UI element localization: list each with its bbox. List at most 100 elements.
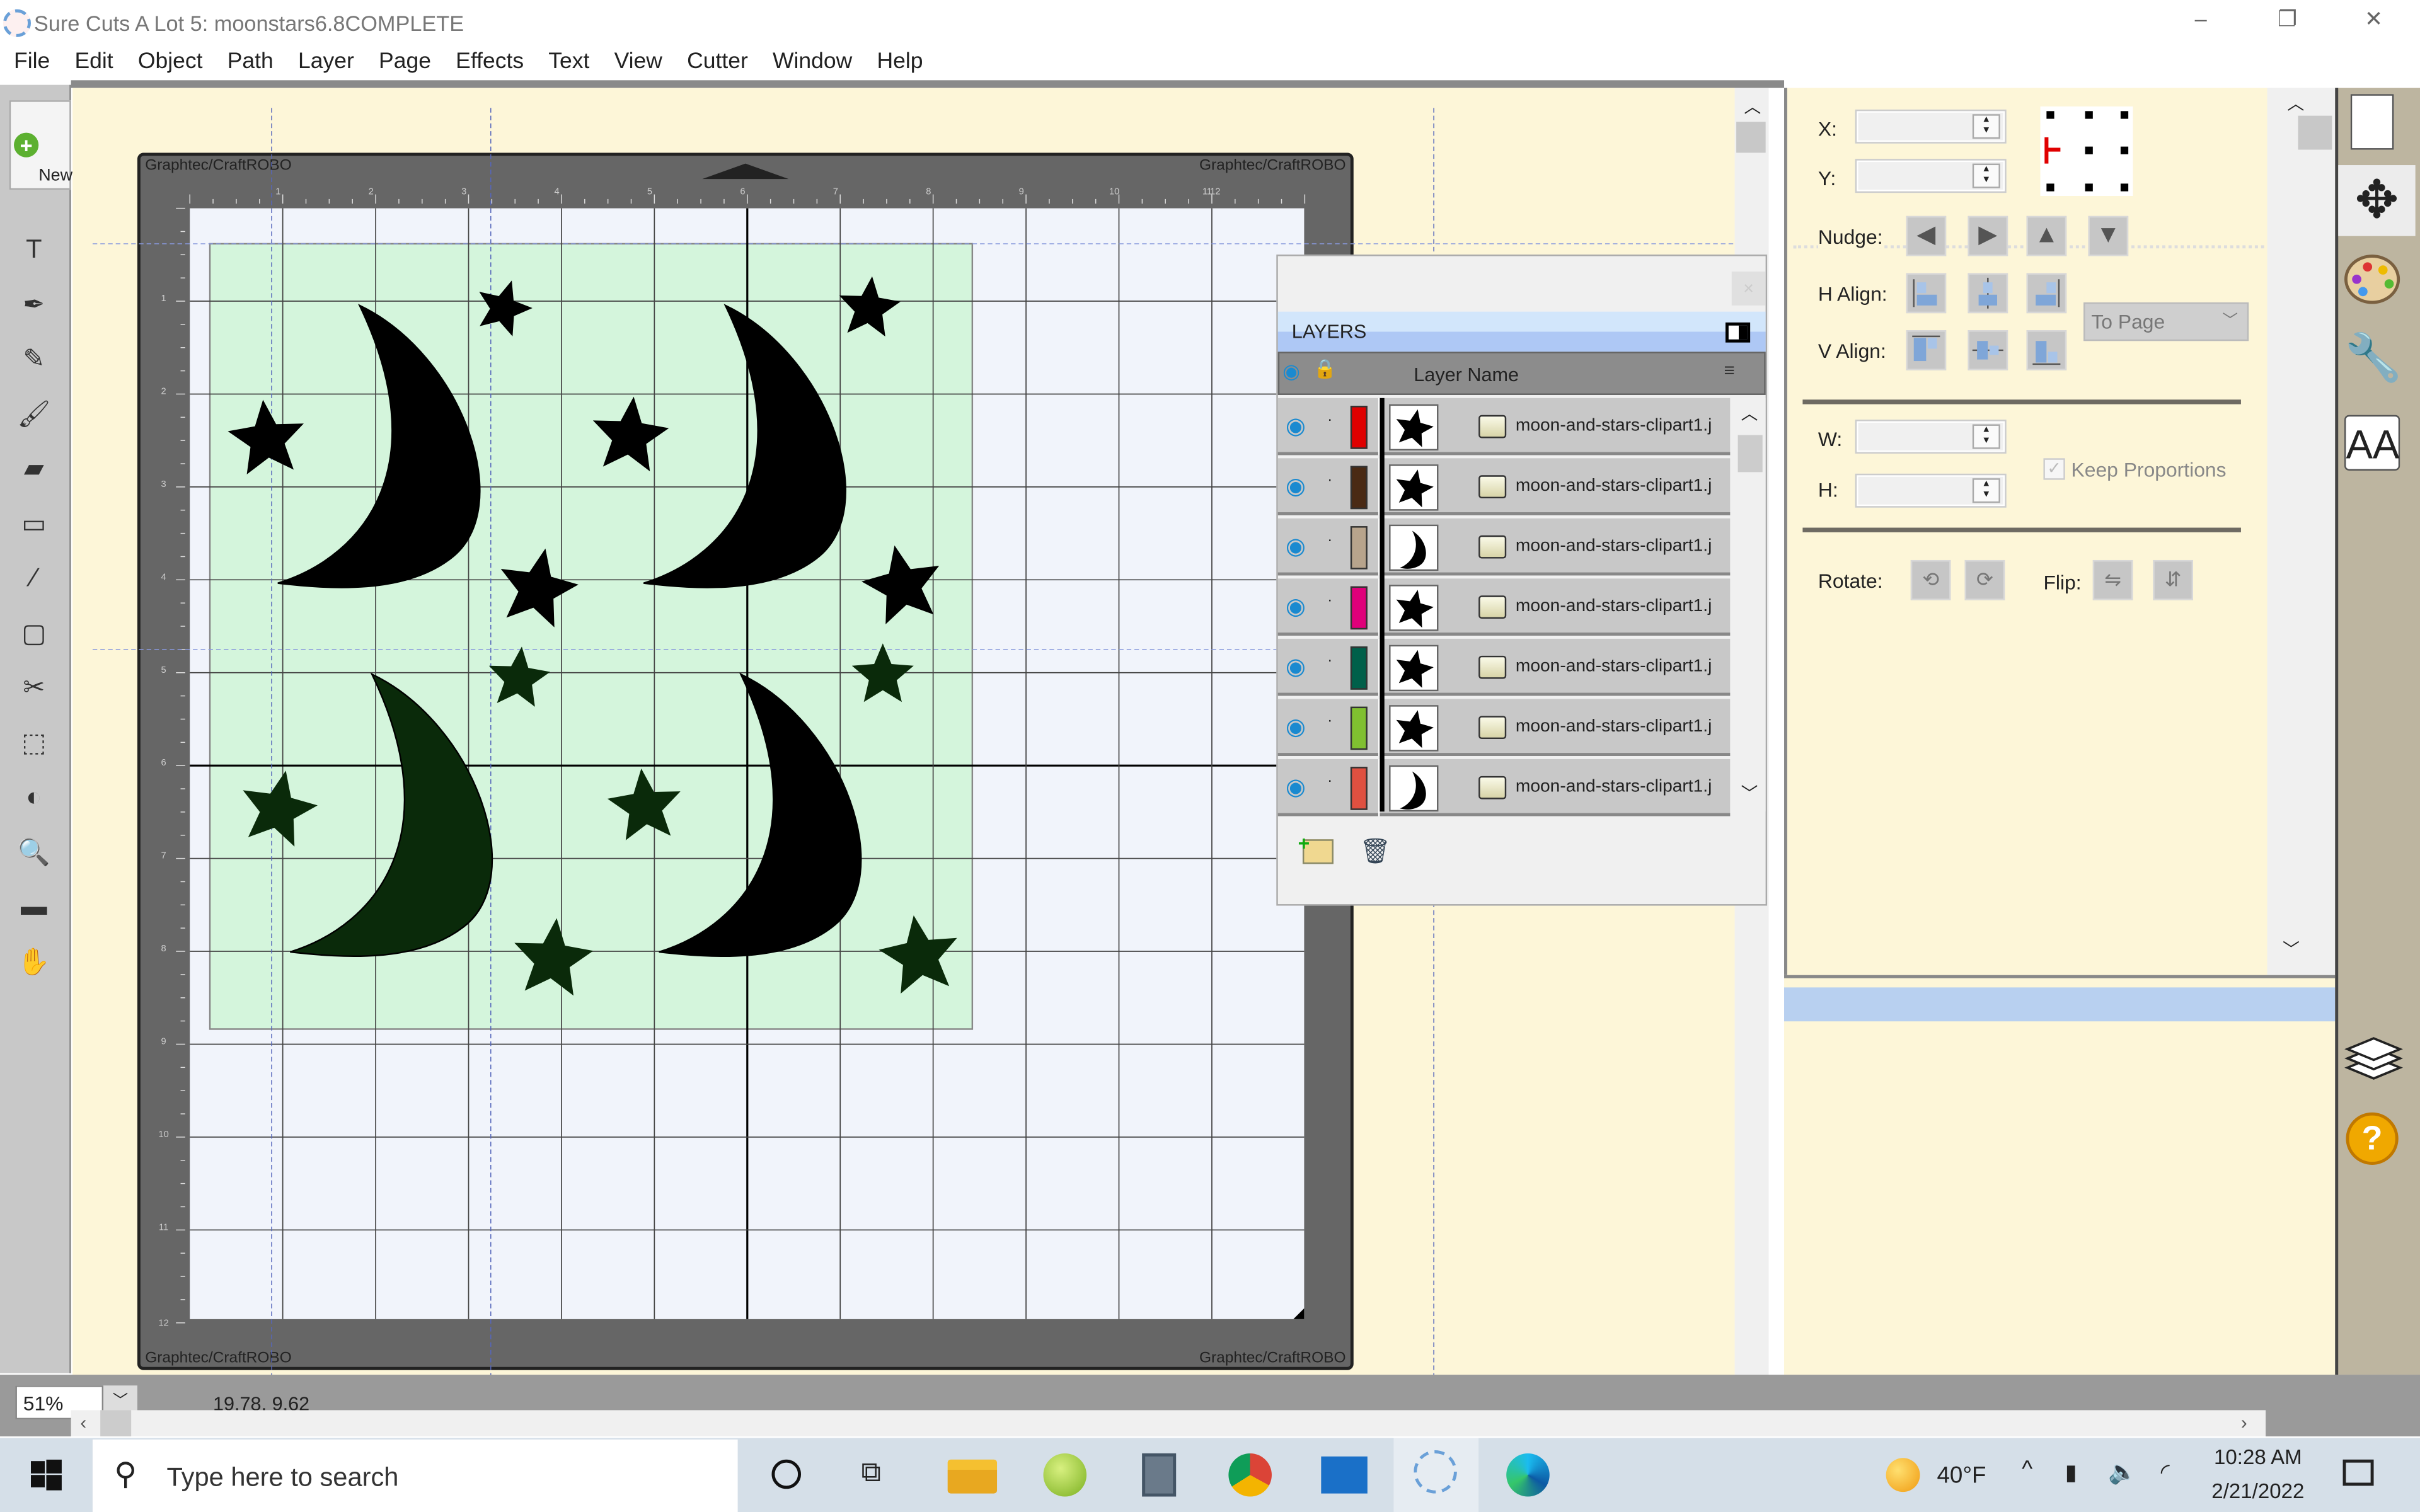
menu-layer[interactable]: Layer: [285, 46, 366, 80]
task-view-icon[interactable]: ⧉: [861, 1457, 881, 1489]
h-field[interactable]: ▲ ▼: [1855, 473, 2007, 508]
new-button[interactable]: + New: [9, 100, 72, 190]
eyedropper-tool-icon[interactable]: ⁄: [13, 559, 56, 599]
weather-icon[interactable]: [1886, 1458, 1920, 1492]
scroll-down-icon[interactable]: ﹀: [1741, 781, 1758, 805]
lock-toggle[interactable]: ·: [1327, 653, 1332, 670]
delete-layer-button[interactable]: 🗑: [1360, 836, 1392, 867]
zoom-tool-icon[interactable]: 🔍: [13, 832, 56, 873]
scroll-thumb[interactable]: [1736, 122, 1766, 153]
w-spinner[interactable]: ▲ ▼: [1972, 424, 2000, 449]
brush-tool-icon[interactable]: 🖌: [13, 394, 56, 435]
move-tab-icon[interactable]: ✥: [2338, 165, 2416, 236]
align-to-dropdown[interactable]: To Page ﹀: [2083, 302, 2249, 341]
layers-scrollbar[interactable]: ︿ ﹀: [1734, 398, 1766, 812]
chrome-icon[interactable]: [1228, 1453, 1272, 1497]
reference-point-grid[interactable]: [2041, 106, 2133, 196]
lock-toggle[interactable]: ·: [1327, 472, 1332, 489]
canvas-horizontal-scrollbar[interactable]: ‹ ›: [71, 1410, 2266, 1437]
y-spinner[interactable]: ▲ ▼: [1972, 163, 2000, 188]
help-tab-icon[interactable]: ?: [2346, 1112, 2399, 1165]
taskbar-search-box[interactable]: ⚲ Type here to search: [92, 1439, 738, 1512]
notifications-icon[interactable]: [2342, 1459, 2374, 1486]
wifi-icon[interactable]: ◜: [2161, 1458, 2170, 1486]
text-tool-icon[interactable]: T: [13, 230, 56, 270]
menu-text[interactable]: Text: [536, 46, 602, 80]
layer-name[interactable]: moon-and-stars-clipart1.j: [1516, 537, 1729, 555]
scroll-thumb[interactable]: [1737, 435, 1763, 472]
menu-file[interactable]: File: [0, 46, 62, 80]
menu-cutter[interactable]: Cutter: [675, 46, 761, 80]
scroll-up-icon[interactable]: ︿: [2287, 91, 2304, 115]
lock-toggle[interactable]: ·: [1327, 773, 1332, 790]
text-size-tab-icon[interactable]: AA: [2344, 415, 2400, 471]
layer-row[interactable]: ◉ · moon-and-stars-clipart1.j: [1277, 458, 1731, 515]
reference-point-selector[interactable]: [2040, 106, 2133, 197]
hand-tool-icon[interactable]: ✋: [13, 942, 56, 982]
nudge-left-button[interactable]: ◀: [1906, 215, 1947, 256]
palette-tab-icon[interactable]: [2344, 255, 2400, 304]
layer-name[interactable]: moon-and-stars-clipart1.j: [1516, 777, 1729, 796]
weld-tool-icon[interactable]: ◐: [13, 777, 56, 818]
scroll-up-icon[interactable]: ︿: [1741, 401, 1758, 426]
lock-toggle[interactable]: ·: [1327, 532, 1332, 549]
visibility-eye-icon[interactable]: ◉: [1286, 653, 1306, 680]
layer-name[interactable]: moon-and-stars-clipart1.j: [1516, 597, 1729, 616]
align-left-button[interactable]: [1906, 273, 1947, 314]
layer-row[interactable]: ◉ · moon-and-stars-clipart1.j: [1277, 398, 1731, 455]
layer-row[interactable]: ◉ · moon-and-stars-clipart1.j: [1277, 518, 1731, 576]
h-spinner[interactable]: ▲ ▼: [1972, 478, 2000, 503]
nudge-right-button[interactable]: ▶: [1968, 215, 2008, 256]
lock-toggle[interactable]: ·: [1327, 713, 1332, 730]
menu-effects[interactable]: Effects: [444, 46, 536, 80]
scroll-down-icon[interactable]: ﹀: [2283, 937, 2300, 961]
rectangle-tool-icon[interactable]: ▭: [13, 504, 56, 544]
edge-icon[interactable]: [1506, 1453, 1550, 1497]
layer-color-swatch[interactable]: [1350, 406, 1368, 449]
layer-row[interactable]: ◉ · moon-and-stars-clipart1.j: [1277, 699, 1731, 757]
scroll-up-icon[interactable]: ︿: [1744, 94, 1761, 118]
menu-icon[interactable]: ≡: [1724, 360, 1735, 381]
close-panel-button[interactable]: ✕: [1731, 272, 1766, 306]
layer-name[interactable]: moon-and-stars-clipart1.j: [1516, 657, 1729, 675]
keep-proportions-checkbox[interactable]: ✓: [2043, 458, 2065, 480]
layer-color-swatch[interactable]: [1350, 466, 1368, 510]
scroll-thumb[interactable]: [2298, 115, 2332, 150]
align-right-button[interactable]: [2026, 273, 2067, 314]
visibility-eye-icon[interactable]: ◉: [1286, 773, 1306, 801]
taskbar-sure-cuts-a-lot[interactable]: [1393, 1438, 1479, 1512]
file-explorer-icon[interactable]: [947, 1459, 998, 1494]
mail-icon[interactable]: [1321, 1456, 1368, 1494]
visibility-eye-icon[interactable]: ◉: [1286, 713, 1306, 741]
lock-toggle[interactable]: ·: [1327, 592, 1332, 609]
layer-color-swatch[interactable]: [1350, 586, 1368, 630]
menu-object[interactable]: Object: [125, 46, 215, 80]
layers-tab-icon[interactable]: [2344, 1032, 2403, 1095]
visibility-eye-icon[interactable]: ◉: [1286, 472, 1306, 500]
cortana-icon[interactable]: [771, 1459, 802, 1489]
visibility-eye-icon[interactable]: ◉: [1286, 592, 1306, 621]
y-field[interactable]: ▲ ▼: [1855, 159, 2007, 193]
panel-scrollbar[interactable]: ︿ ﹀: [2267, 88, 2336, 975]
flip-horizontal-button[interactable]: ⇋: [2092, 559, 2133, 600]
scroll-left-icon[interactable]: ‹: [80, 1412, 86, 1433]
app-green-icon[interactable]: [1043, 1453, 1087, 1497]
align-bottom-button[interactable]: [2026, 330, 2067, 370]
windows-start-icon[interactable]: [30, 1459, 62, 1491]
clock-date[interactable]: 2/21/2022: [2204, 1480, 2312, 1503]
rotate-left-button[interactable]: ⟲: [1910, 559, 1951, 600]
visibility-eye-icon[interactable]: ◉: [1286, 412, 1306, 440]
scroll-thumb[interactable]: [100, 1410, 132, 1437]
menu-path[interactable]: Path: [215, 46, 285, 80]
align-center-button[interactable]: [1968, 273, 2008, 314]
layer-row[interactable]: ◉ · moon-and-stars-clipart1.j: [1277, 638, 1731, 696]
layer-color-swatch[interactable]: [1350, 706, 1368, 750]
close-button[interactable]: ✕: [2343, 6, 2405, 40]
layer-color-swatch[interactable]: [1350, 526, 1368, 570]
flip-vertical-button[interactable]: ⇵: [2153, 559, 2194, 600]
pen-tool-icon[interactable]: ✒: [13, 285, 56, 325]
visibility-eye-icon[interactable]: ◉: [1286, 532, 1306, 560]
menu-view[interactable]: View: [602, 46, 675, 80]
eye-icon[interactable]: ◉: [1282, 360, 1300, 384]
pencil-tool-icon[interactable]: ✎: [13, 340, 56, 380]
